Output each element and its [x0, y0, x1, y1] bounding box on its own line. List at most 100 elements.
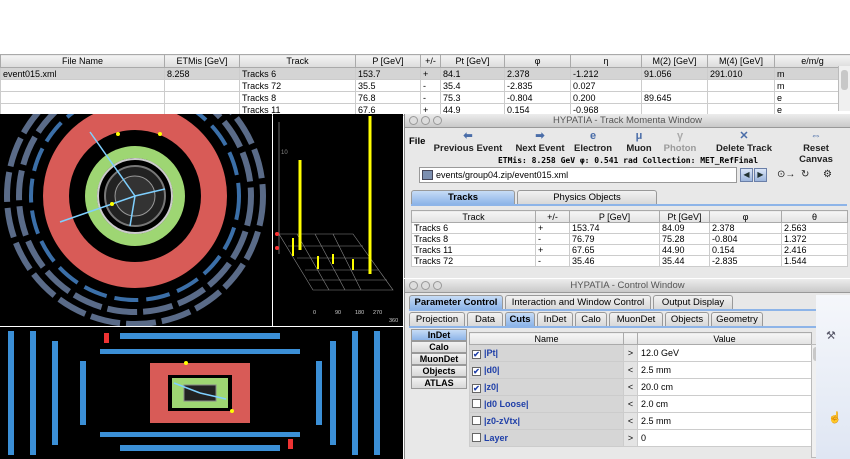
cut-operator[interactable]: <: [623, 361, 638, 379]
control-window-titlebar[interactable]: HYPATIA - Control Window: [405, 279, 850, 293]
cut-row[interactable]: |z0-zVtx| <2.5 mm: [469, 412, 812, 430]
table-cell: 35.46: [569, 255, 660, 267]
column-header[interactable]: φ: [504, 54, 571, 68]
cut-checkbox[interactable]: ✔: [472, 349, 481, 359]
endcap-xy-view[interactable]: [0, 114, 272, 326]
column-header[interactable]: M(2) [GeV]: [641, 54, 708, 68]
column-header[interactable]: Track: [411, 210, 536, 223]
window-title: HYPATIA - Control Window: [570, 280, 685, 291]
table-row[interactable]: Tracks 6 +153.74 84.09 2.378 2.563: [411, 222, 848, 234]
column-header[interactable]: ETMis [GeV]: [164, 54, 240, 68]
column-header[interactable]: P [GeV]: [355, 54, 421, 68]
reset-canvas-button[interactable]: ⇔ Reset Canvas: [785, 130, 847, 165]
previous-event-button[interactable]: ⬅ Previous Event: [433, 130, 503, 156]
cut-row[interactable]: |d0 Loose| <2.0 cm: [469, 395, 812, 413]
cut-operator[interactable]: >: [623, 429, 638, 447]
cut-checkbox[interactable]: [472, 433, 481, 442]
column-header[interactable]: File Name: [0, 54, 165, 68]
settings-icon[interactable]: ⚙: [823, 169, 832, 180]
table-row[interactable]: Tracks 72-35.46 35.44 -2.835 1.544: [411, 255, 848, 267]
refresh-icon[interactable]: ↻: [801, 169, 809, 180]
column-header[interactable]: Pt [GeV]: [659, 210, 710, 223]
table-row[interactable]: Tracks 8-76.79 75.28 -0.804 1.372: [411, 233, 848, 245]
cut-value-field[interactable]: 20.0 cm: [637, 378, 812, 396]
connect-icon[interactable]: ⊙→: [777, 169, 795, 180]
track-table[interactable]: Track +/- P [GeV] Pt [GeV] φ θ Tracks 6 +153.7…: [411, 210, 848, 267]
tab-indet[interactable]: InDet: [537, 312, 573, 326]
cut-operator[interactable]: <: [623, 395, 638, 413]
tab-tracks[interactable]: Tracks: [411, 190, 515, 204]
minimize-icon[interactable]: [421, 116, 430, 125]
tab-parameter-control[interactable]: Parameter Control: [409, 295, 503, 309]
cut-operator[interactable]: >: [623, 344, 638, 362]
cut-value-field[interactable]: 0: [637, 429, 812, 447]
cut-checkbox[interactable]: ✔: [472, 366, 481, 376]
tab-physics-objects[interactable]: Physics Objects: [517, 190, 657, 204]
tab-muondet[interactable]: MuonDet: [609, 312, 663, 326]
close-icon[interactable]: [409, 281, 418, 290]
cut-checkbox[interactable]: [472, 416, 481, 425]
close-icon[interactable]: [409, 116, 418, 125]
tab-interaction-window-control[interactable]: Interaction and Window Control: [505, 295, 651, 309]
cuts-table[interactable]: Name Value ✔ |Pt| >12.0 GeV ✔ |d0| <2.5 mm ✔ |z…: [469, 332, 812, 447]
cut-value-field[interactable]: 12.0 GeV: [637, 344, 812, 362]
table-row[interactable]: Tracks 8 76.8-75.3 -0.804 0.200 89.645 e: [0, 91, 850, 104]
column-header[interactable]: Value: [637, 332, 812, 345]
prev-file-button[interactable]: ◀: [740, 168, 753, 182]
column-header[interactable]: +/-: [420, 54, 441, 68]
track-momenta-window[interactable]: HYPATIA - Track Momenta Window File ⬅ Pre…: [404, 114, 850, 278]
cut-row[interactable]: Layer >0: [469, 429, 812, 447]
side-tab-muondet[interactable]: MuonDet: [411, 353, 467, 365]
column-header[interactable]: P [GeV]: [569, 210, 660, 223]
table-scrollbar[interactable]: [838, 66, 850, 111]
next-file-button[interactable]: ▶: [754, 168, 767, 182]
column-header[interactable]: φ: [709, 210, 782, 223]
table-row[interactable]: Tracks 11 +67.65 44.90 0.154 2.416: [411, 244, 848, 256]
cut-operator[interactable]: <: [623, 412, 638, 430]
cut-checkbox[interactable]: [472, 399, 481, 408]
cut-row[interactable]: ✔ |Pt| >12.0 GeV: [469, 344, 812, 362]
tab-cuts[interactable]: Cuts: [505, 312, 535, 326]
cut-value-field[interactable]: 2.5 mm: [637, 412, 812, 430]
column-header[interactable]: M(4) [GeV]: [707, 54, 775, 68]
column-header[interactable]: Pt [GeV]: [440, 54, 505, 68]
cut-value-field[interactable]: 2.0 cm: [637, 395, 812, 413]
cut-value-field[interactable]: 2.5 mm: [637, 361, 812, 379]
column-header[interactable]: θ: [781, 210, 848, 223]
side-rz-view[interactable]: [0, 327, 403, 459]
side-tab-indet[interactable]: InDet: [411, 329, 467, 341]
cut-operator[interactable]: <: [623, 378, 638, 396]
column-header[interactable]: +/-: [535, 210, 570, 223]
photon-button[interactable]: γ Photon: [661, 130, 699, 156]
minimize-icon[interactable]: [421, 281, 430, 290]
zoom-icon[interactable]: [433, 116, 442, 125]
zoom-icon[interactable]: [433, 281, 442, 290]
side-tab-objects[interactable]: Objects: [411, 365, 467, 377]
muon-button[interactable]: μ Muon: [623, 130, 655, 156]
column-header[interactable]: η: [570, 54, 642, 68]
side-tab-atlas[interactable]: ATLAS: [411, 377, 467, 389]
delete-track-button[interactable]: ✕ Delete Track: [715, 130, 773, 156]
next-event-button[interactable]: ➡ Next Event: [513, 130, 567, 156]
column-header[interactable]: Name: [469, 332, 624, 345]
electron-button[interactable]: e Electron: [573, 130, 613, 156]
invariant-mass-table[interactable]: File Name ETMis [GeV] Track P [GeV] +/- Pt [G…: [0, 54, 850, 116]
event-path-field[interactable]: events/group04.zip/event015.xml: [419, 167, 737, 183]
cut-row[interactable]: ✔ |z0| <20.0 cm: [469, 378, 812, 396]
lego-plot-view[interactable]: 10 0 90 180 270 360: [273, 114, 403, 326]
track-window-titlebar[interactable]: HYPATIA - Track Momenta Window: [405, 114, 850, 128]
file-menu[interactable]: File: [409, 136, 425, 147]
table-row[interactable]: Tracks 72 35.5-35.4 -2.835 0.027 m: [0, 79, 850, 92]
tab-projection[interactable]: Projection: [409, 312, 465, 326]
tab-data[interactable]: Data: [467, 312, 503, 326]
column-header[interactable]: Track: [239, 54, 356, 68]
tab-output-display[interactable]: Output Display: [653, 295, 733, 309]
tab-calo[interactable]: Calo: [575, 312, 607, 326]
side-tab-calo[interactable]: Calo: [411, 341, 467, 353]
tab-objects[interactable]: Objects: [665, 312, 709, 326]
cut-checkbox[interactable]: ✔: [472, 383, 481, 393]
table-row[interactable]: event015.xml 8.258 Tracks 6 153.7 +84.1 2.378…: [0, 67, 850, 80]
tab-geometry[interactable]: Geometry: [711, 312, 763, 326]
control-window[interactable]: HYPATIA - Control Window Parameter Contr…: [404, 279, 850, 459]
cut-row[interactable]: ✔ |d0| <2.5 mm: [469, 361, 812, 379]
